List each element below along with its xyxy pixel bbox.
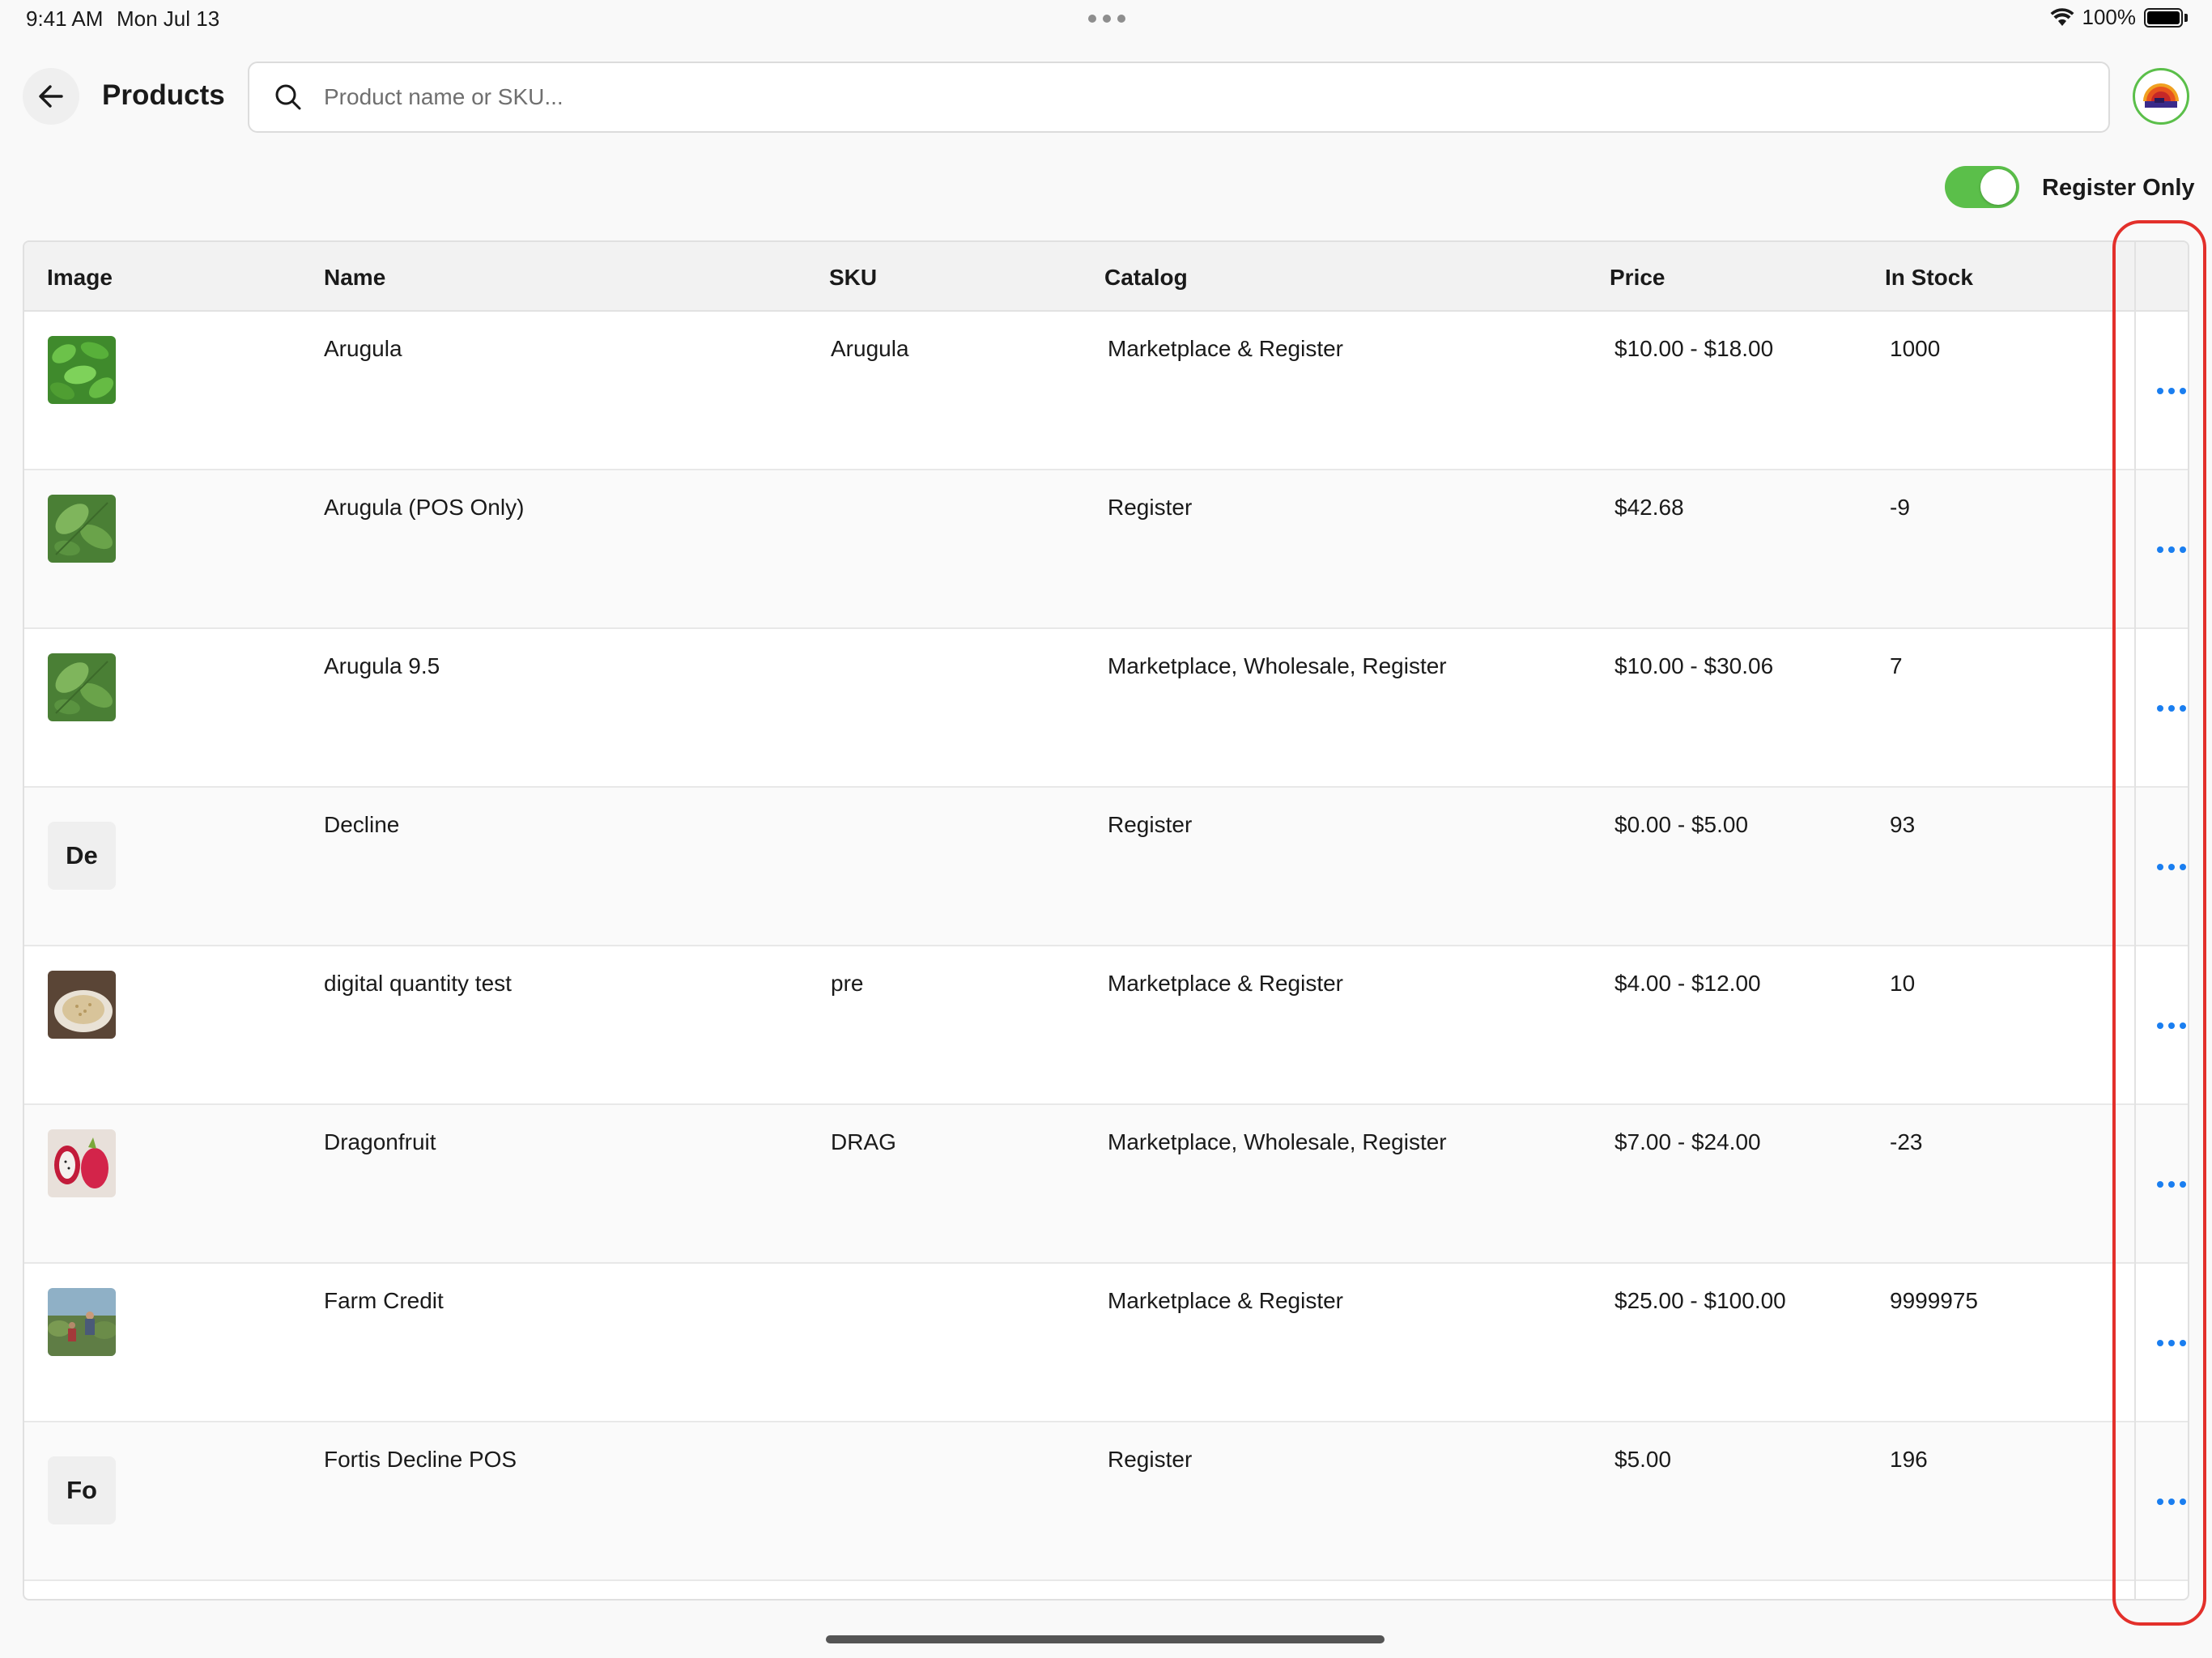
battery-percent: 100% <box>2082 5 2137 29</box>
product-name: Arugula (POS Only) <box>324 495 525 520</box>
product-catalog: Marketplace, Wholesale, Register <box>1108 653 1447 678</box>
product-name: Arugula <box>324 336 402 361</box>
more-options-button[interactable] <box>2147 692 2188 725</box>
product-stock: 10 <box>1890 971 1916 996</box>
page-title: Products <box>102 79 225 111</box>
product-price: $4.00 - $12.00 <box>1614 971 1761 996</box>
status-date: Mon Jul 13 <box>117 6 220 31</box>
table-header: Image Name SKU Catalog Price In Stock <box>24 242 2188 312</box>
more-options-button[interactable] <box>2147 1168 2188 1201</box>
more-options-button[interactable] <box>2147 375 2188 407</box>
dragonfruit-thumbnail <box>48 1129 116 1197</box>
arrow-left-icon <box>39 85 63 108</box>
product-stock: -23 <box>1890 1129 1923 1154</box>
product-price: $0.00 - $5.00 <box>1614 812 1749 837</box>
product-price: $10.00 - $18.00 <box>1614 336 1774 361</box>
product-sku: pre <box>831 971 864 996</box>
more-options-button[interactable] <box>2147 1010 2188 1042</box>
table-row[interactable]: Arugula 9.5 Marketplace, Wholesale, Regi… <box>24 629 2188 788</box>
product-name: Arugula 9.5 <box>324 653 440 678</box>
arugula-thumbnail <box>48 336 116 404</box>
product-stock: 7 <box>1890 653 1903 678</box>
actions-column-divider <box>2134 242 2136 1599</box>
column-header-in-stock[interactable]: In Stock <box>1885 265 1973 291</box>
register-only-label: Register Only <box>2042 175 2195 201</box>
product-sku: DRAG <box>831 1129 896 1154</box>
column-header-price[interactable]: Price <box>1610 265 1665 291</box>
product-price: $25.00 - $100.00 <box>1614 1288 1786 1313</box>
farm-thumbnail <box>48 1288 116 1356</box>
more-options-button[interactable] <box>2147 851 2188 883</box>
column-header-catalog[interactable]: Catalog <box>1104 265 1188 291</box>
product-name: Fortis Decline POS <box>324 1447 517 1472</box>
product-stock: 1000 <box>1890 336 1941 361</box>
column-header-image[interactable]: Image <box>47 265 113 291</box>
product-name: Farm Credit <box>324 1288 444 1313</box>
product-sku: Arugula <box>831 336 909 361</box>
product-catalog: Register <box>1108 495 1193 520</box>
product-catalog: Register <box>1108 812 1193 837</box>
products-table: Image Name SKU Catalog Price In Stock Ar… <box>23 240 2189 1601</box>
product-catalog: Marketplace & Register <box>1108 336 1344 361</box>
toggle-knob <box>1980 169 2016 205</box>
table-row[interactable]: Farm Credit Marketplace & Register $25.0… <box>24 1264 2188 1422</box>
home-indicator[interactable] <box>826 1635 1385 1643</box>
more-options-button[interactable] <box>2147 1327 2188 1359</box>
wifi-icon <box>2050 7 2074 28</box>
product-price: $5.00 <box>1614 1447 1672 1472</box>
product-name: Decline <box>324 812 400 837</box>
search-input[interactable] <box>324 84 2108 110</box>
product-initials: De <box>48 822 116 890</box>
table-row[interactable]: Arugula Arugula Marketplace & Register $… <box>24 312 2188 470</box>
back-button[interactable] <box>23 68 79 125</box>
product-catalog: Marketplace & Register <box>1108 971 1344 996</box>
product-initials: Fo <box>48 1456 116 1524</box>
product-catalog: Marketplace & Register <box>1108 1288 1344 1313</box>
product-price: $7.00 - $24.00 <box>1614 1129 1761 1154</box>
status-bar: 9:41 AM Mon Jul 13 100% <box>0 0 2212 39</box>
product-name: Dragonfruit <box>324 1129 436 1154</box>
arugula-thumbnail <box>48 653 116 721</box>
avatar[interactable] <box>2133 68 2189 125</box>
table-row[interactable]: De Decline Register $0.00 - $5.00 93 <box>24 788 2188 946</box>
table-row[interactable]: Arugula (POS Only) Register $42.68 -9 <box>24 470 2188 629</box>
more-options-button[interactable] <box>2147 534 2188 566</box>
table-row[interactable]: Dragonfruit DRAG Marketplace, Wholesale,… <box>24 1105 2188 1264</box>
product-stock: 9999975 <box>1890 1288 1979 1313</box>
status-indicators: 100% <box>2050 5 2188 30</box>
product-stock: 196 <box>1890 1447 1928 1472</box>
product-name: digital quantity test <box>324 971 512 996</box>
table-row[interactable]: Fo Fortis Decline POS Register $5.00 196 <box>24 1422 2188 1581</box>
column-header-sku[interactable]: SKU <box>829 265 877 291</box>
status-time: 9:41 AM <box>26 6 104 31</box>
product-price: $10.00 - $30.06 <box>1614 653 1774 678</box>
column-header-name[interactable]: Name <box>324 265 385 291</box>
register-only-toggle[interactable] <box>1945 166 2019 208</box>
search-box[interactable] <box>248 62 2110 133</box>
multitasking-dots-icon[interactable] <box>1088 15 1125 23</box>
product-catalog: Marketplace, Wholesale, Register <box>1108 1129 1447 1154</box>
product-catalog: Register <box>1108 1447 1193 1472</box>
arugula-thumbnail <box>48 495 116 563</box>
product-stock: 93 <box>1890 812 1916 837</box>
search-icon <box>275 84 301 110</box>
table-row[interactable]: digital quantity test pre Marketplace & … <box>24 946 2188 1105</box>
battery-icon <box>2144 7 2188 28</box>
grain-thumbnail <box>48 971 116 1039</box>
more-options-button[interactable] <box>2147 1486 2188 1518</box>
product-price: $42.68 <box>1614 495 1684 520</box>
farm-logo-icon <box>2142 77 2180 116</box>
product-stock: -9 <box>1890 495 1910 520</box>
